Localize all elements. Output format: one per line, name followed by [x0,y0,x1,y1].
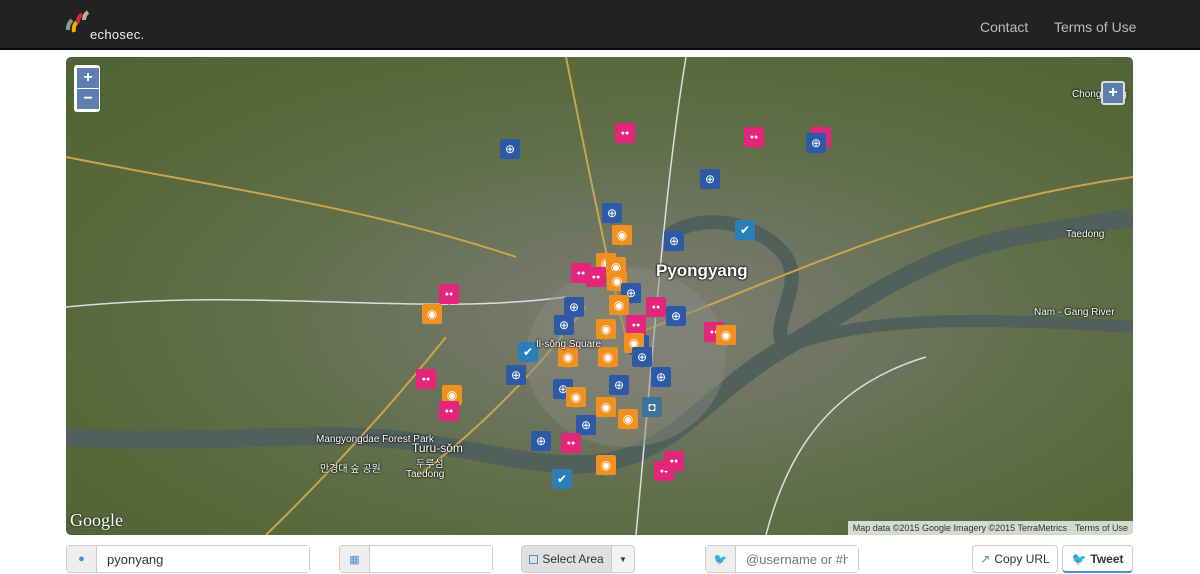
map-attribution: Map data ©2015 Google Imagery ©2015 Terr… [847,521,1133,535]
weibo-marker[interactable]: ◉ [596,397,616,418]
foursquare-marker[interactable]: ⊕ [664,231,684,252]
vk-marker[interactable]: ✔ [735,220,755,241]
foursquare-marker[interactable]: ⊕ [609,375,629,396]
weibo-marker[interactable]: ◉ [716,325,736,346]
flickr-marker[interactable]: ●● [626,315,646,336]
weibo-marker[interactable]: ◉ [566,387,586,408]
location-group: ● [66,545,310,573]
share-icon: ↗ [980,552,991,566]
label-forest-kr: 만경대 숲 공원 [320,464,381,475]
flickr-marker[interactable]: ●● [561,433,581,454]
flickr-marker[interactable]: ●● [744,127,764,148]
tweet-button[interactable]: 🐦 Tweet [1062,545,1133,573]
calendar-icon: ▦ [340,546,370,572]
flickr-marker[interactable]: ●● [615,123,635,144]
select-area-dropdown[interactable]: ▼ [611,545,635,573]
foursquare-marker[interactable]: ⊕ [700,169,720,190]
copy-url-label: Copy URL [994,552,1050,566]
flickr-marker[interactable]: ●● [439,284,459,305]
weibo-marker[interactable]: ◉ [612,225,632,246]
foursquare-marker[interactable]: ⊕ [554,315,574,336]
foursquare-marker[interactable]: ⊕ [806,133,826,154]
foursquare-marker[interactable]: ⊕ [500,139,520,160]
foursquare-marker[interactable]: ⊕ [602,203,622,224]
vk-marker[interactable]: ✔ [552,469,572,490]
weibo-marker[interactable]: ◉ [609,295,629,316]
select-area-label: Select Area [542,552,604,566]
brand-name: echosec. [90,27,145,42]
label-nam-gang: Nam - Gang River [1034,307,1115,318]
checkbox-icon [529,554,539,564]
foursquare-marker[interactable]: ⊕ [564,297,584,318]
top-navbar: echosec. Contact Terms of Use [0,0,1200,50]
user-input[interactable] [736,546,858,572]
weibo-marker[interactable]: ◉ [618,409,638,430]
flickr-marker[interactable]: ●● [416,369,436,390]
user-group: 🐦 [705,545,859,573]
zoom-out-button[interactable]: − [77,89,99,109]
label-turu-kr: 두루섬 [416,459,444,470]
flickr-marker[interactable]: ●● [439,401,459,422]
instagram-marker[interactable]: ◘ [642,397,662,418]
weibo-marker[interactable]: ◉ [598,347,618,368]
globe-icon: ● [67,546,97,572]
label-taedong-west: Taedong [406,469,445,480]
foursquare-marker[interactable]: ⊕ [531,431,551,452]
map[interactable]: ●●●●●●⊕⊕⊕✔⊕◉⊕◉●●◉●●◉⊕◉●●◉⊕⊕●●⊕◉●●⊕◉✔◉●●◉… [66,57,1133,535]
terms-link[interactable]: Terms of Use [1054,19,1136,35]
vk-marker[interactable]: ✔ [518,342,538,363]
contact-link[interactable]: Contact [980,19,1028,35]
tweet-label: Tweet [1090,551,1124,566]
foursquare-marker[interactable]: ⊕ [651,367,671,388]
date-input[interactable] [370,546,492,572]
google-logo: Google [70,510,123,530]
echosec-logo[interactable]: echosec. [64,10,154,44]
foursquare-marker[interactable]: ⊕ [632,347,652,368]
foursquare-marker[interactable]: ⊕ [506,365,526,386]
zoom-control: + − [74,65,100,112]
label-turu: Turu-sŏm [412,441,463,455]
weibo-marker[interactable]: ◉ [422,304,442,325]
expand-button[interactable]: + [1101,81,1125,105]
flickr-marker[interactable]: ●● [586,267,606,288]
weibo-marker[interactable]: ◉ [596,455,616,476]
select-area-button[interactable]: Select Area [521,545,612,573]
foursquare-marker[interactable]: ⊕ [576,415,596,436]
weibo-marker[interactable]: ◉ [558,347,578,368]
twitter-icon: 🐦 [706,546,736,572]
label-city: Pyongyang [656,261,748,280]
weibo-marker[interactable]: ◉ [596,319,616,340]
foursquare-marker[interactable]: ⊕ [666,306,686,327]
label-square: Il-sŏng Square [536,339,602,350]
attribution-text: Map data ©2015 Google Imagery ©2015 Terr… [852,523,1067,533]
zoom-in-button[interactable]: + [77,68,99,88]
flickr-marker[interactable]: ●● [664,451,684,472]
map-terms-link[interactable]: Terms of Use [1075,523,1128,533]
date-group: ▦ [339,545,493,573]
twitter-bird-icon: 🐦 [1071,551,1087,566]
label-taedong-east: Taedong [1066,229,1105,240]
flickr-marker[interactable]: ●● [646,297,666,318]
location-input[interactable] [97,546,309,572]
copy-url-button[interactable]: ↗ Copy URL [972,545,1058,573]
caret-down-icon: ▼ [619,554,627,564]
